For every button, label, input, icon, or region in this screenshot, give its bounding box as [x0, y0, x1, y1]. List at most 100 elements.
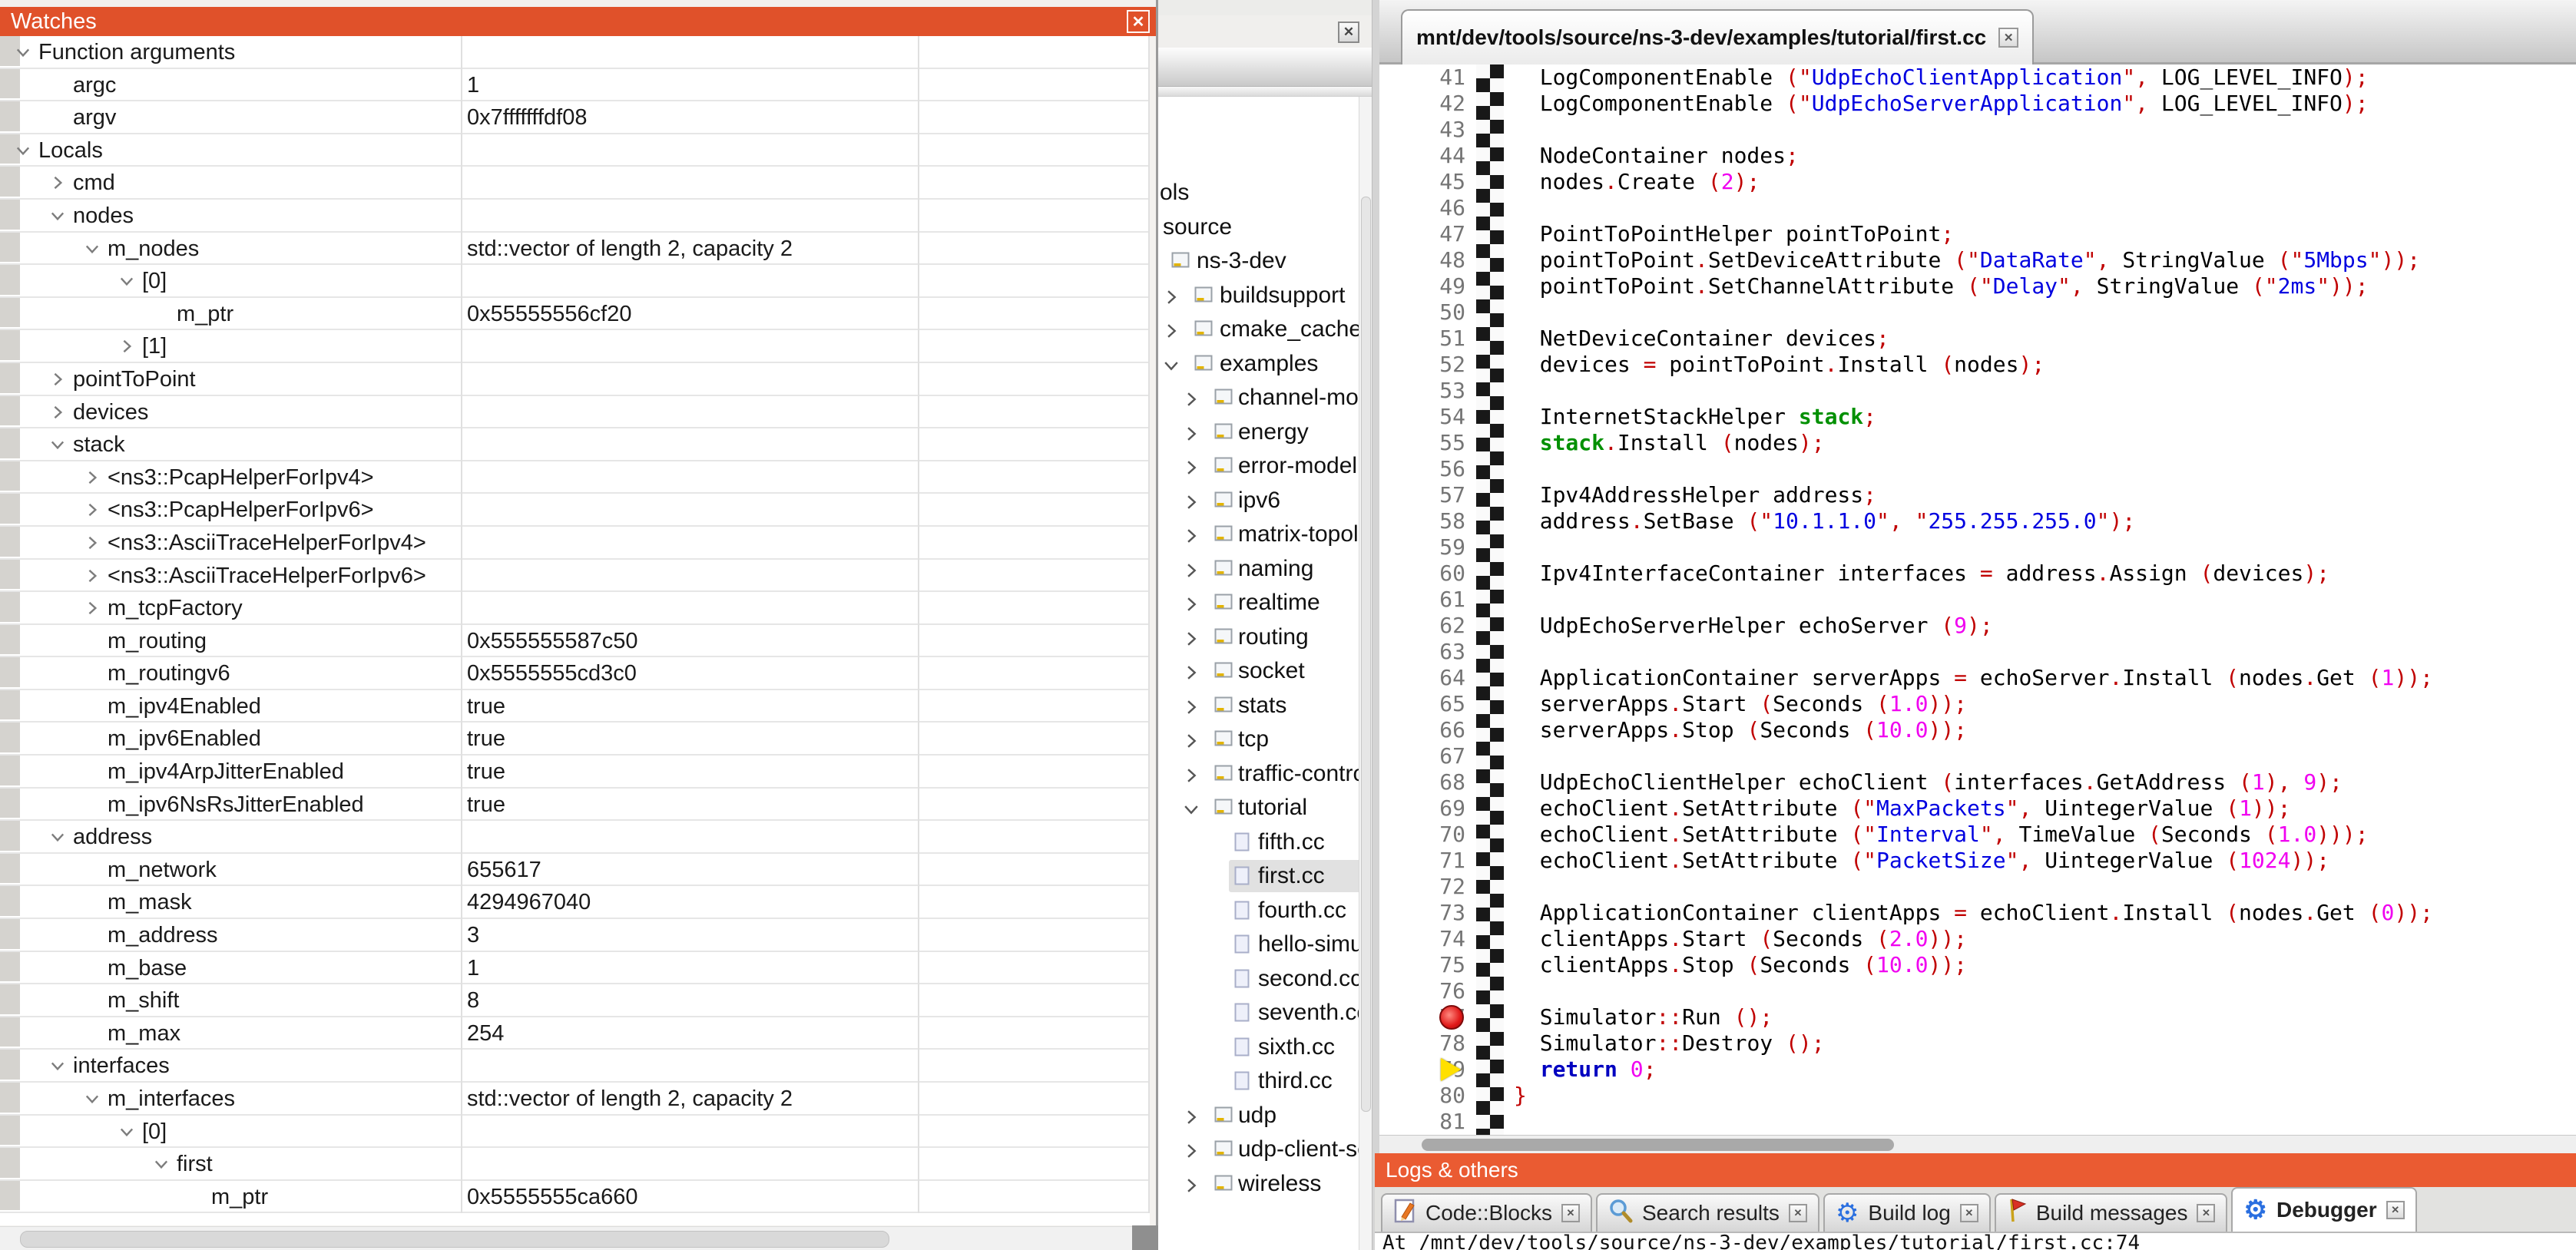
chevron-right-icon[interactable] [1181, 458, 1201, 481]
chevron-right-icon[interactable] [1181, 766, 1201, 789]
tree-item-first-cc[interactable]: first.cc [1158, 860, 1359, 895]
watches-hscrollbar-thumb[interactable] [20, 1231, 889, 1248]
line-number[interactable]: 56 [1379, 456, 1465, 482]
tree-item-tutorial[interactable]: tutorial [1158, 792, 1359, 826]
breakpoint-margin[interactable] [1476, 64, 1504, 1135]
chevron-down-icon[interactable] [14, 141, 32, 164]
line-number[interactable]: 43 [1379, 117, 1465, 143]
chevron-right-icon[interactable] [1181, 526, 1201, 550]
line-number[interactable]: 51 [1379, 326, 1465, 352]
line-number[interactable]: 67 [1379, 743, 1465, 769]
watch-row[interactable]: stack [0, 428, 1150, 461]
chevron-right-icon[interactable] [1181, 424, 1201, 448]
line-number[interactable]: 58 [1379, 508, 1465, 534]
tree-item-hello-simul[interactable]: hello-simul [1158, 928, 1359, 963]
watch-row[interactable]: m_shift8 [0, 984, 1150, 1017]
tree-item-socket[interactable]: socket [1158, 655, 1359, 689]
chevron-right-icon[interactable] [48, 403, 67, 425]
chevron-down-icon[interactable] [83, 240, 101, 262]
watch-row[interactable]: <ns3::AsciiTraceHelperForIpv4> [0, 527, 1150, 560]
watch-row[interactable]: m_network655617 [0, 854, 1150, 887]
tree-item-buildsupport[interactable]: buildsupport [1158, 279, 1359, 314]
logs-tab-build-messages[interactable]: Build messages✕ [1995, 1193, 2228, 1232]
line-number[interactable]: 64 [1379, 665, 1465, 691]
tree-item-source[interactable]: source [1158, 211, 1359, 246]
chevron-right-icon[interactable] [1181, 389, 1201, 413]
chevron-right-icon[interactable] [1161, 321, 1181, 345]
watch-row[interactable]: <ns3::AsciiTraceHelperForIpv6> [0, 560, 1150, 593]
watch-row[interactable]: address [0, 821, 1150, 854]
line-number[interactable]: 73 [1379, 900, 1465, 926]
chevron-right-icon[interactable] [48, 174, 67, 196]
tree-item-fifth-cc[interactable]: fifth.cc [1158, 826, 1359, 861]
tree-item-seventh-cc[interactable]: seventh.cc [1158, 997, 1359, 1031]
line-number[interactable]: 59 [1379, 534, 1465, 561]
chevron-right-icon[interactable] [1181, 561, 1201, 584]
watch-row[interactable]: m_max254 [0, 1017, 1150, 1050]
chevron-down-icon[interactable] [48, 828, 67, 850]
editor-tab-close-icon[interactable]: ✕ [1998, 28, 2018, 48]
tree-item-channel-mod[interactable]: channel-mod [1158, 382, 1359, 416]
tree-item-udp-client-ser[interactable]: udp-client-ser [1158, 1133, 1359, 1168]
tree-item-traffic-contro[interactable]: traffic-contro [1158, 758, 1359, 792]
line-number[interactable]: 78 [1379, 1030, 1465, 1057]
watch-row[interactable]: Function arguments [0, 36, 1150, 69]
editor-hscrollbar[interactable] [1379, 1135, 2576, 1154]
tree-item-matrix-topolo[interactable]: matrix-topolo [1158, 518, 1359, 553]
line-number[interactable]: 42 [1379, 91, 1465, 117]
chevron-down-icon[interactable] [118, 272, 136, 294]
line-number[interactable]: 57 [1379, 482, 1465, 508]
logs-titlebar[interactable]: Logs & others [1375, 1153, 2576, 1187]
watch-row[interactable]: m_tcpFactory [0, 592, 1150, 625]
watch-row[interactable]: Locals [0, 134, 1150, 167]
chevron-down-icon[interactable] [1181, 799, 1201, 823]
chevron-right-icon[interactable] [1181, 629, 1201, 653]
watch-row[interactable]: interfaces [0, 1050, 1150, 1083]
watch-row[interactable]: argv0x7fffffffdf08 [0, 101, 1150, 134]
line-number[interactable]: 61 [1379, 587, 1465, 613]
chevron-right-icon[interactable] [1181, 663, 1201, 686]
tree-item-tcp[interactable]: tcp [1158, 723, 1359, 758]
watch-row[interactable]: devices [0, 396, 1150, 429]
chevron-right-icon[interactable] [83, 501, 101, 523]
tab-close-icon[interactable]: ✕ [2197, 1204, 2215, 1222]
chevron-right-icon[interactable] [1181, 594, 1201, 618]
file-tree-vscrollbar[interactable] [1359, 97, 1372, 1250]
watch-row[interactable]: first [0, 1148, 1150, 1181]
tree-item-wireless[interactable]: wireless [1158, 1168, 1359, 1202]
tree-item-cmake-cache[interactable]: cmake_cache [1158, 313, 1359, 348]
watch-row[interactable]: m_ptr0x55555556cf20 [0, 298, 1150, 331]
watch-row[interactable]: m_ipv4ArpJitterEnabledtrue [0, 756, 1150, 789]
tree-item-stats[interactable]: stats [1158, 689, 1359, 724]
watch-row[interactable]: m_ptr0x5555555ca660 [0, 1181, 1150, 1214]
watches-column-divider[interactable] [918, 36, 919, 1213]
line-number[interactable]: 50 [1379, 299, 1465, 326]
watches-column-divider[interactable] [461, 36, 462, 1213]
logs-tab-debugger[interactable]: ⚙Debugger✕ [2231, 1187, 2416, 1232]
chevron-right-icon[interactable] [1181, 492, 1201, 516]
line-number[interactable]: 72 [1379, 874, 1465, 900]
file-tree-vscrollbar-thumb[interactable] [1361, 197, 1371, 1112]
line-number[interactable]: 66 [1379, 717, 1465, 743]
tree-item-fourth-cc[interactable]: fourth.cc [1158, 895, 1359, 929]
tree-item-third-cc[interactable]: third.cc [1158, 1065, 1359, 1100]
chevron-right-icon[interactable] [83, 599, 101, 621]
watch-row[interactable]: m_ipv4Enabledtrue [0, 690, 1150, 723]
chevron-right-icon[interactable] [1181, 1107, 1201, 1131]
logs-tab-code-blocks[interactable]: Code::Blocks✕ [1381, 1193, 1592, 1232]
tab-close-icon[interactable]: ✕ [1561, 1204, 1580, 1222]
line-number[interactable]: 74 [1379, 926, 1465, 952]
editor-hscrollbar-thumb[interactable] [1422, 1139, 1894, 1151]
line-number[interactable]: 48 [1379, 247, 1465, 273]
watch-row[interactable]: [1] [0, 330, 1150, 363]
line-number[interactable]: 49 [1379, 273, 1465, 299]
tree-item-routing[interactable]: routing [1158, 621, 1359, 656]
chevron-down-icon[interactable] [48, 435, 67, 458]
line-number[interactable]: 55 [1379, 430, 1465, 456]
line-number[interactable]: 71 [1379, 848, 1465, 874]
tab-close-icon[interactable]: ✕ [1960, 1204, 1978, 1222]
chevron-right-icon[interactable] [48, 370, 67, 392]
chevron-down-icon[interactable] [1161, 355, 1181, 379]
chevron-down-icon[interactable] [14, 43, 32, 65]
watch-row[interactable]: cmd [0, 167, 1150, 200]
